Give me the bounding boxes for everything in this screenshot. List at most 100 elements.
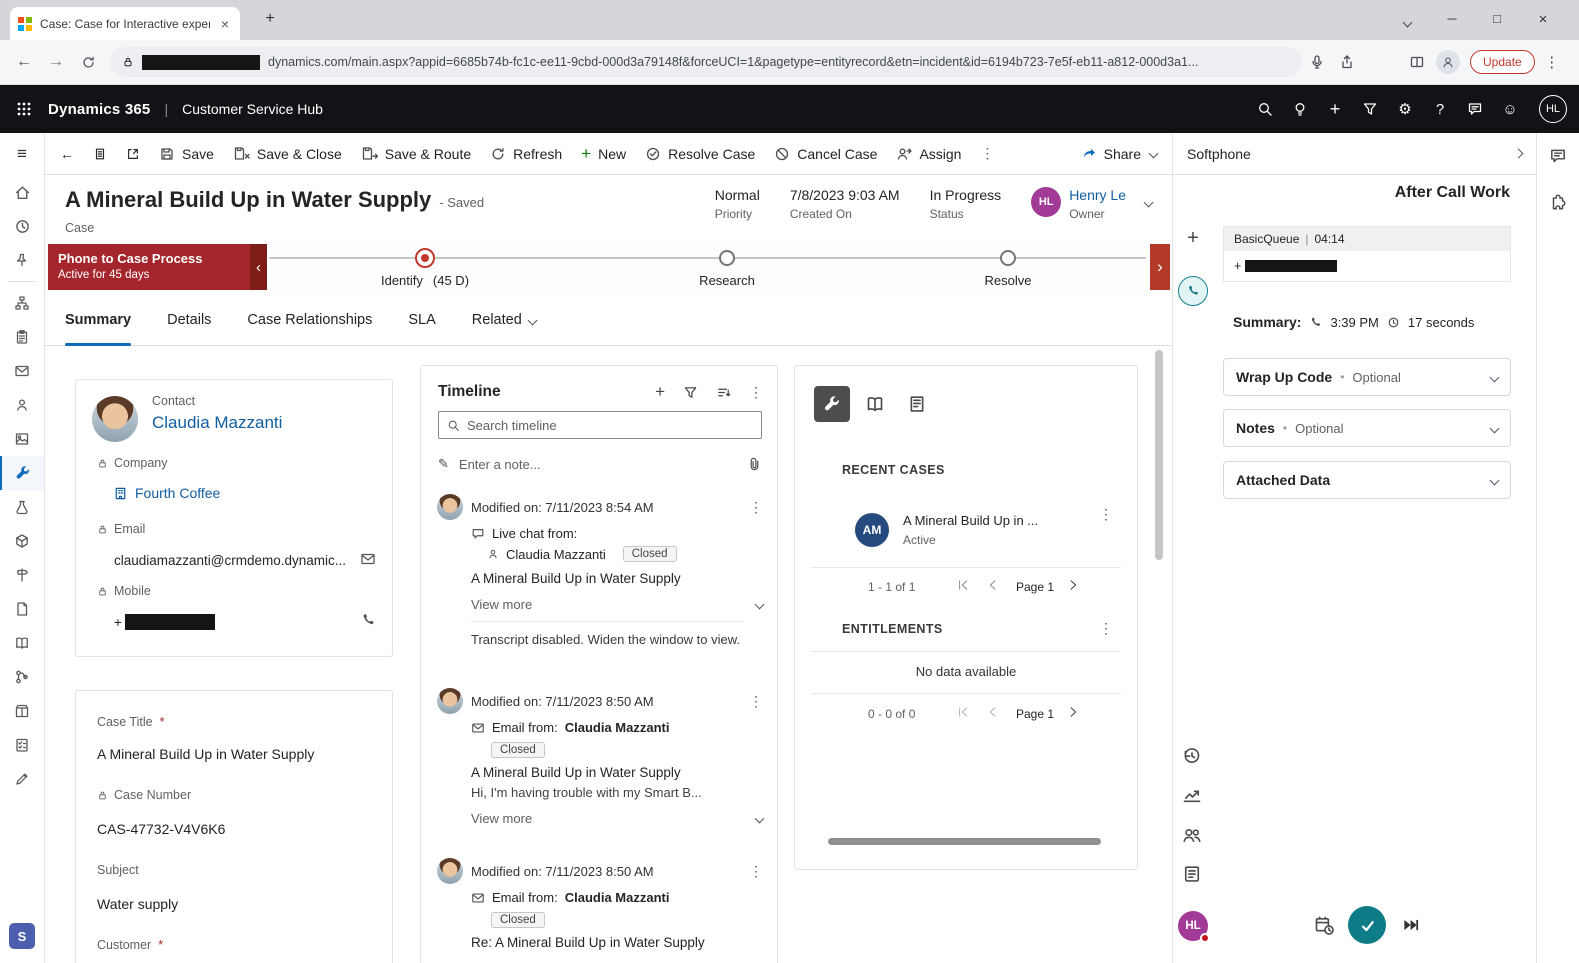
lab-flask-icon[interactable] bbox=[0, 490, 44, 524]
contacts-person-icon[interactable] bbox=[0, 388, 44, 422]
contacts-people-icon[interactable] bbox=[1182, 825, 1204, 847]
header-collapse-chevron-icon[interactable] bbox=[1144, 198, 1154, 208]
entry-more-icon[interactable]: ⋮ bbox=[749, 499, 763, 516]
dashboards-org-icon[interactable] bbox=[0, 286, 44, 320]
tab-actions-chevron-icon[interactable] bbox=[1390, 14, 1424, 29]
recent-prev-page-icon[interactable] bbox=[987, 579, 999, 591]
subject-value[interactable]: Water supply bbox=[97, 896, 178, 912]
related-cases-wrench-tab[interactable] bbox=[814, 386, 850, 422]
entry-more-icon[interactable]: ⋮ bbox=[749, 693, 763, 710]
notes-page-icon[interactable] bbox=[1182, 864, 1204, 886]
browser-menu-icon[interactable]: ⋮ bbox=[1541, 53, 1563, 71]
cancel-case-button[interactable]: Cancel Case bbox=[765, 139, 886, 169]
new-button[interactable]: +New bbox=[572, 139, 635, 169]
tab-case-relationships[interactable]: Case Relationships bbox=[247, 295, 372, 346]
history-icon[interactable] bbox=[1182, 746, 1204, 768]
timeline-add-icon[interactable]: + bbox=[655, 382, 665, 402]
skip-forward-icon[interactable] bbox=[1401, 916, 1419, 934]
company-value-link[interactable]: Fourth Coffee bbox=[113, 485, 220, 501]
app-name[interactable]: Customer Service Hub bbox=[182, 101, 323, 117]
knowledge-book-tab-icon[interactable] bbox=[865, 394, 885, 414]
media-photo-icon[interactable] bbox=[0, 422, 44, 456]
horizontal-scrollbar-thumb[interactable] bbox=[828, 838, 1101, 845]
entry-more-icon[interactable]: ⋮ bbox=[749, 863, 763, 880]
app-tile[interactable]: S bbox=[9, 923, 35, 949]
stage-identify-label[interactable]: Identify(45 D) bbox=[381, 273, 469, 288]
recent-next-page-icon[interactable] bbox=[1067, 579, 1079, 591]
browser-refresh-button[interactable] bbox=[72, 55, 104, 70]
mobile-value[interactable]: + bbox=[114, 614, 215, 630]
schedule-callback-icon[interactable] bbox=[1314, 915, 1334, 935]
cases-wrench-icon[interactable] bbox=[0, 456, 44, 490]
entitlements-next-page-icon[interactable] bbox=[1067, 706, 1079, 718]
checklist-icon[interactable] bbox=[0, 728, 44, 762]
send-email-icon[interactable] bbox=[360, 551, 376, 567]
notes-accordion[interactable]: Notes • Optional bbox=[1223, 409, 1511, 447]
window-minimize-button[interactable]: ─ bbox=[1435, 11, 1469, 26]
package-box-icon[interactable] bbox=[0, 694, 44, 728]
new-session-plus-icon[interactable]: + bbox=[1182, 227, 1204, 250]
entitlements-more-icon[interactable]: ⋮ bbox=[1099, 620, 1113, 637]
lightbulb-icon[interactable] bbox=[1290, 101, 1310, 117]
timeline-filter-icon[interactable] bbox=[683, 385, 698, 400]
contact-name-link[interactable]: Claudia Mazzanti bbox=[152, 413, 282, 433]
process-next-chevron[interactable]: › bbox=[1150, 244, 1170, 290]
agent-avatar[interactable]: HL bbox=[1178, 911, 1208, 941]
timeline-search-box[interactable] bbox=[438, 411, 762, 439]
insights-chart-icon[interactable] bbox=[1182, 785, 1204, 807]
stage-research-label[interactable]: Research bbox=[699, 273, 755, 288]
stage-resolve-label[interactable]: Resolve bbox=[985, 273, 1032, 288]
user-avatar[interactable]: HL bbox=[1539, 95, 1567, 123]
case-title-value[interactable]: A Mineral Build Up in Water Supply bbox=[97, 746, 314, 762]
save-and-close-button[interactable]: Save & Close bbox=[224, 139, 351, 169]
entry-title[interactable]: Re: A Mineral Build Up in Water Supply bbox=[471, 935, 763, 950]
process-prev-chevron[interactable]: ‹ bbox=[250, 244, 267, 290]
edit-pen-icon[interactable] bbox=[0, 762, 44, 796]
softphone-collapse-chevron-icon[interactable] bbox=[1514, 149, 1524, 159]
tab-sla[interactable]: SLA bbox=[408, 295, 435, 346]
activities-clipboard-icon[interactable] bbox=[0, 320, 44, 354]
timeline-more-icon[interactable]: ⋮ bbox=[749, 384, 763, 401]
entitlements-prev-page-icon[interactable] bbox=[987, 706, 999, 718]
stage-research-marker[interactable] bbox=[719, 250, 735, 266]
entry-person[interactable]: Claudia Mazzanti bbox=[565, 890, 670, 905]
view-more-row[interactable]: View more bbox=[471, 597, 763, 612]
browser-profile-avatar[interactable] bbox=[1436, 50, 1460, 74]
recent-clock-icon[interactable] bbox=[0, 209, 44, 243]
document-icon[interactable] bbox=[0, 592, 44, 626]
email-envelope-icon[interactable] bbox=[0, 354, 44, 388]
queue-tab[interactable]: BasicQueue | 04:14 bbox=[1224, 227, 1510, 251]
smiley-icon[interactable]: ☺ bbox=[1500, 101, 1520, 118]
microphone-icon[interactable] bbox=[1302, 54, 1332, 70]
tab-close-icon[interactable]: × bbox=[218, 16, 232, 32]
timeline-note-row[interactable]: ✎ bbox=[438, 449, 762, 479]
call-phone-icon[interactable] bbox=[360, 612, 376, 628]
vertical-scrollbar-thumb[interactable] bbox=[1155, 350, 1163, 560]
quick-create-plus-icon[interactable]: + bbox=[1325, 99, 1345, 120]
timeline-sort-icon[interactable] bbox=[716, 385, 731, 400]
branch-icon[interactable] bbox=[0, 660, 44, 694]
browser-back-button[interactable]: ← bbox=[8, 53, 40, 71]
stage-resolve-marker[interactable] bbox=[1000, 250, 1016, 266]
wrap-up-code-accordion[interactable]: Wrap Up Code • Optional bbox=[1223, 358, 1511, 396]
email-value[interactable]: claudiamazzanti@crmdemo.dynamic... bbox=[114, 553, 352, 568]
form-tab-icon[interactable] bbox=[907, 394, 927, 414]
browser-forward-button[interactable]: → bbox=[40, 53, 72, 71]
address-bar[interactable]: dynamics.com/main.aspx?appid=6685b74b-fc… bbox=[110, 47, 1302, 77]
complete-acw-check-button[interactable] bbox=[1348, 906, 1386, 944]
browser-update-button[interactable]: Update bbox=[1470, 50, 1535, 74]
tab-details[interactable]: Details bbox=[167, 295, 211, 346]
entry-person[interactable]: Claudia Mazzanti bbox=[506, 547, 606, 562]
recent-case-item[interactable]: AM A Mineral Build Up in ...Active bbox=[855, 513, 1089, 547]
open-new-window-icon[interactable] bbox=[117, 139, 149, 169]
active-call-phone-icon[interactable] bbox=[1178, 276, 1208, 306]
view-more-row[interactable]: View more bbox=[471, 811, 763, 826]
entry-person[interactable]: Claudia Mazzanti bbox=[565, 720, 670, 735]
tab-related[interactable]: Related bbox=[472, 295, 536, 346]
window-close-button[interactable]: × bbox=[1526, 11, 1560, 28]
recent-case-title-link[interactable]: A Mineral Build Up in ... bbox=[903, 513, 1038, 528]
products-cube-icon[interactable] bbox=[0, 524, 44, 558]
browser-tab[interactable]: Case: Case for Interactive experie × bbox=[10, 7, 240, 40]
owner-link[interactable]: Henry Le bbox=[1069, 187, 1126, 203]
entry-title[interactable]: A Mineral Build Up in Water Supply bbox=[471, 571, 763, 586]
